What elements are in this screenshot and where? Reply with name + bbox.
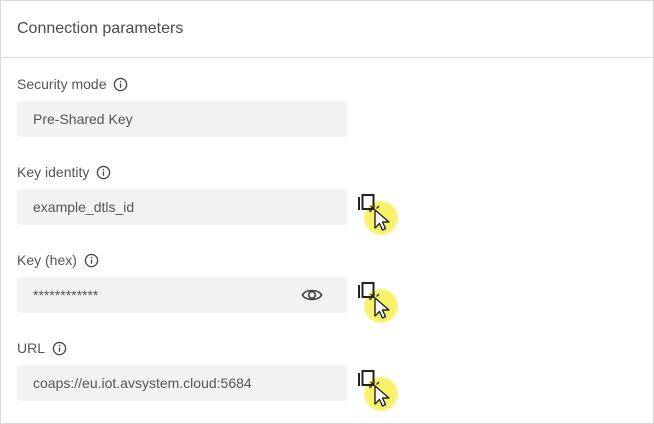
key-hex-field: Key (hex) ************ bbox=[17, 251, 347, 313]
pointer-click-icon bbox=[369, 381, 390, 407]
info-icon[interactable] bbox=[113, 77, 128, 92]
pointer-click-icon bbox=[369, 205, 390, 231]
key-identity-input[interactable]: example_dtls_id bbox=[17, 189, 347, 225]
key-identity-field: Key identity example_dtls_id bbox=[17, 163, 347, 225]
security-mode-label: Security mode bbox=[17, 76, 107, 92]
security-mode-input[interactable]: Pre-Shared Key bbox=[17, 101, 347, 137]
copy-key-identity-button[interactable] bbox=[356, 193, 402, 237]
key-identity-label: Key identity bbox=[17, 164, 90, 180]
key-hex-value: ************ bbox=[33, 287, 99, 303]
info-icon[interactable] bbox=[96, 165, 111, 180]
url-value: coaps://eu.iot.avsystem.cloud:5684 bbox=[33, 375, 252, 391]
copy-url-button[interactable] bbox=[356, 369, 402, 413]
key-identity-value: example_dtls_id bbox=[33, 199, 135, 215]
connection-parameters-panel: Connection parameters Security mode Pre-… bbox=[0, 0, 654, 424]
key-hex-input[interactable]: ************ bbox=[17, 277, 347, 313]
eye-icon[interactable] bbox=[301, 286, 323, 304]
url-label: URL bbox=[17, 340, 46, 356]
pointer-click-icon bbox=[369, 293, 390, 319]
key-hex-label: Key (hex) bbox=[17, 252, 77, 268]
security-mode-value: Pre-Shared Key bbox=[33, 111, 133, 127]
panel-title: Connection parameters bbox=[17, 20, 184, 37]
url-input[interactable]: coaps://eu.iot.avsystem.cloud:5684 bbox=[17, 365, 347, 401]
security-mode-field: Security mode Pre-Shared Key bbox=[17, 75, 347, 137]
url-field: URL coaps://eu.iot.avsystem.cloud:5684 bbox=[17, 339, 347, 401]
info-icon[interactable] bbox=[84, 253, 99, 268]
panel-header: Connection parameters bbox=[1, 1, 653, 58]
info-icon[interactable] bbox=[52, 341, 67, 356]
copy-key-hex-button[interactable] bbox=[356, 281, 402, 325]
